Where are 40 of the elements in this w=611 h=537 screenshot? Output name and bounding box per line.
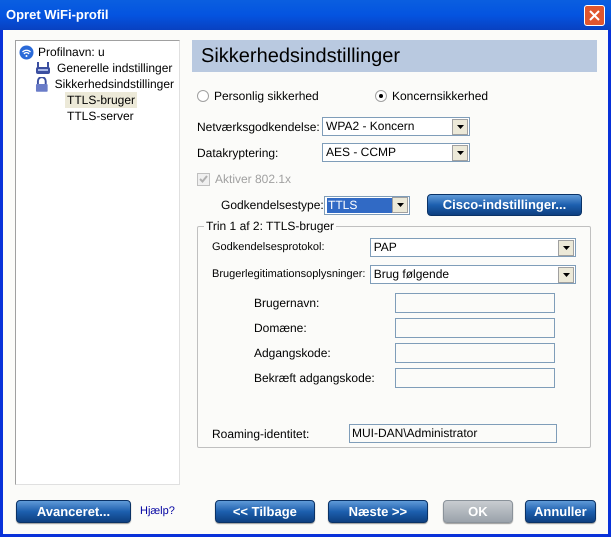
- checkbox-label: Aktiver 802.1x: [215, 171, 292, 188]
- dialog-button[interactable]: Annuller: [524, 500, 596, 523]
- close-button[interactable]: [584, 4, 605, 26]
- dialog-button[interactable]: Avanceret...: [16, 500, 131, 523]
- text-field[interactable]: [395, 368, 555, 388]
- field-label: Adgangskode:: [254, 345, 332, 362]
- dropdown-value[interactable]: TTLS: [327, 198, 392, 212]
- field-label: Bekræft adgangskode:: [254, 370, 376, 387]
- group-legend: Trin 1 af 2: TTLS-bruger: [204, 219, 336, 233]
- field-label: Netværksgodkendelse:: [197, 118, 321, 136]
- tree-item[interactable]: TTLS-server: [65, 108, 136, 124]
- radio-button[interactable]: [197, 90, 209, 102]
- tree-item[interactable]: TTLS-bruger: [65, 92, 138, 108]
- field-label: Datakryptering:: [197, 144, 280, 162]
- help-link[interactable]: Hjælp?: [140, 503, 175, 520]
- dialog-button[interactable]: Næste >>: [328, 500, 428, 523]
- tree-item[interactable]: Generelle indstillinger: [55, 60, 174, 76]
- lock-icon: [35, 76, 49, 92]
- radio-label: Personlig sikkerhed: [214, 88, 319, 105]
- field-label: Brugerlegitimationsoplysninger:: [212, 267, 366, 282]
- field-label: Godkendelsesprotokol:: [212, 240, 326, 256]
- tree-item[interactable]: Profilnavn: u: [38, 44, 105, 60]
- field-label: Godkendelsestype:: [221, 197, 324, 214]
- tree-item[interactable]: Sikkerhedsindstillinger: [52, 76, 176, 92]
- text-field[interactable]: [395, 293, 555, 313]
- dialog-button[interactable]: << Tilbage: [214, 500, 315, 523]
- wifi-icon: [19, 44, 34, 60]
- radio-label: Koncernsikkerhed: [392, 88, 488, 105]
- text-field[interactable]: [395, 343, 555, 363]
- text-field[interactable]: [395, 318, 555, 338]
- text-field[interactable]: MUI-DAN\Administrator: [349, 424, 557, 443]
- field-label: Roaming-identitet:: [212, 426, 310, 442]
- radio-button[interactable]: [375, 90, 387, 102]
- close-icon: [589, 10, 600, 20]
- router-icon: [35, 61, 51, 75]
- field-label: Brugernavn:: [254, 295, 320, 312]
- cisco-settings-button[interactable]: Cisco-indstillinger...: [427, 194, 582, 216]
- field-label: Domæne:: [254, 320, 308, 337]
- section-header: Sikkerhedsindstillinger: [192, 40, 597, 72]
- window-title: Opret WiFi-profil: [6, 6, 108, 24]
